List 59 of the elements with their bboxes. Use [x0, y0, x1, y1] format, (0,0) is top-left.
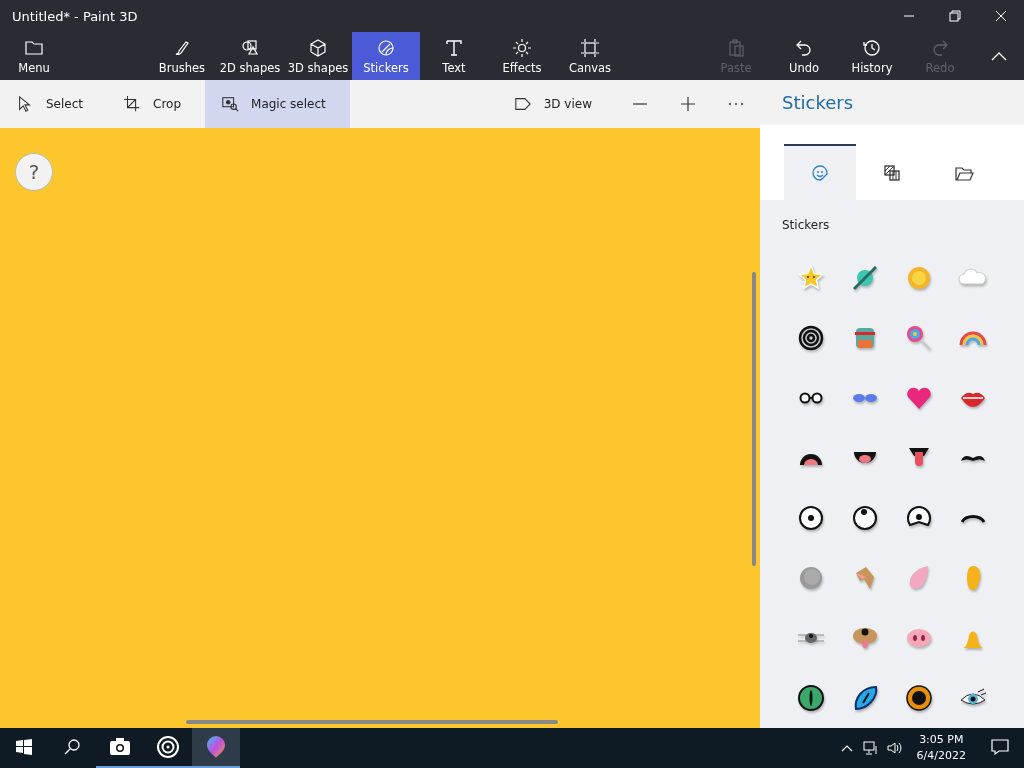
ribbon-button[interactable]: History	[838, 32, 906, 80]
ribbon-tab[interactable]: Effects	[488, 32, 556, 80]
ribbon-tab[interactable]: Canvas	[556, 32, 624, 80]
section-heading: Stickers	[782, 218, 831, 232]
ribbon-tab[interactable]: Brushes	[148, 32, 216, 80]
windows-icon	[16, 739, 32, 755]
horizontal-scrollbar[interactable]	[186, 720, 558, 724]
3d-view-button[interactable]: 3D view	[497, 80, 616, 128]
network-icon	[862, 740, 879, 756]
chevron-up-icon	[991, 51, 1007, 61]
search-icon	[64, 739, 80, 755]
round-pupil-eye-sticker-icon[interactable]	[904, 683, 934, 713]
eye-looking-up-sticker-icon[interactable]	[850, 503, 880, 533]
toolbar-button[interactable]: Select	[0, 80, 108, 128]
toolbar-button[interactable]: Magic select	[205, 80, 350, 128]
ribbon-tab[interactable]: Text	[420, 32, 488, 80]
vertical-scrollbar[interactable]	[752, 272, 756, 566]
text-icon	[444, 37, 464, 58]
chevron-up-icon	[840, 744, 853, 752]
magic-select-icon	[221, 95, 240, 113]
texture-icon	[882, 163, 902, 183]
window-title: Untitled* - Paint 3D	[12, 8, 138, 24]
paste-icon	[726, 37, 746, 58]
restore-icon	[949, 10, 961, 22]
sticker-icon	[810, 163, 830, 183]
ribbon-button[interactable]: Undo	[770, 32, 838, 80]
history-icon	[862, 37, 882, 58]
menu-button[interactable]: Menu	[0, 32, 68, 80]
canvas-icon	[580, 37, 600, 58]
cube-icon	[308, 37, 328, 58]
shapes-icon	[240, 37, 260, 58]
ribbon-tab[interactable]: Stickers	[352, 32, 420, 80]
sticker-tab[interactable]	[784, 144, 856, 200]
sticker-icon	[376, 37, 396, 58]
eye-sticker-icon[interactable]	[796, 503, 826, 533]
more-icon	[728, 102, 744, 106]
plus-icon	[680, 96, 696, 112]
clock-date[interactable]: 6/4/2022	[916, 748, 966, 764]
paint-app-button[interactable]	[192, 728, 240, 768]
speech-bubble-icon	[991, 739, 1009, 755]
toolbar-button[interactable]: Crop	[107, 80, 206, 128]
cat-eye-sticker-icon[interactable]	[796, 683, 826, 713]
planet-sticker-icon[interactable]	[850, 263, 880, 293]
spiral-sticker-icon[interactable]	[796, 323, 826, 353]
paint-drop-icon	[204, 735, 228, 759]
cursor-icon	[16, 95, 34, 113]
panel-title: Stickers	[782, 92, 853, 113]
crop-icon	[123, 95, 142, 113]
ribbon-tab[interactable]: 3D shapes	[284, 32, 352, 80]
clock-time[interactable]: 3:05 PM	[919, 732, 964, 748]
view-icon	[513, 95, 532, 113]
sun-icon	[512, 37, 532, 58]
drawing-canvas[interactable]: ?	[0, 128, 760, 728]
volume-icon	[886, 740, 903, 756]
help-button[interactable]: ?	[15, 153, 53, 191]
disc-icon	[156, 735, 180, 759]
ribbon-tab[interactable]: 2D shapes	[216, 32, 284, 80]
close-icon	[995, 10, 1007, 22]
minus-icon	[632, 103, 648, 105]
